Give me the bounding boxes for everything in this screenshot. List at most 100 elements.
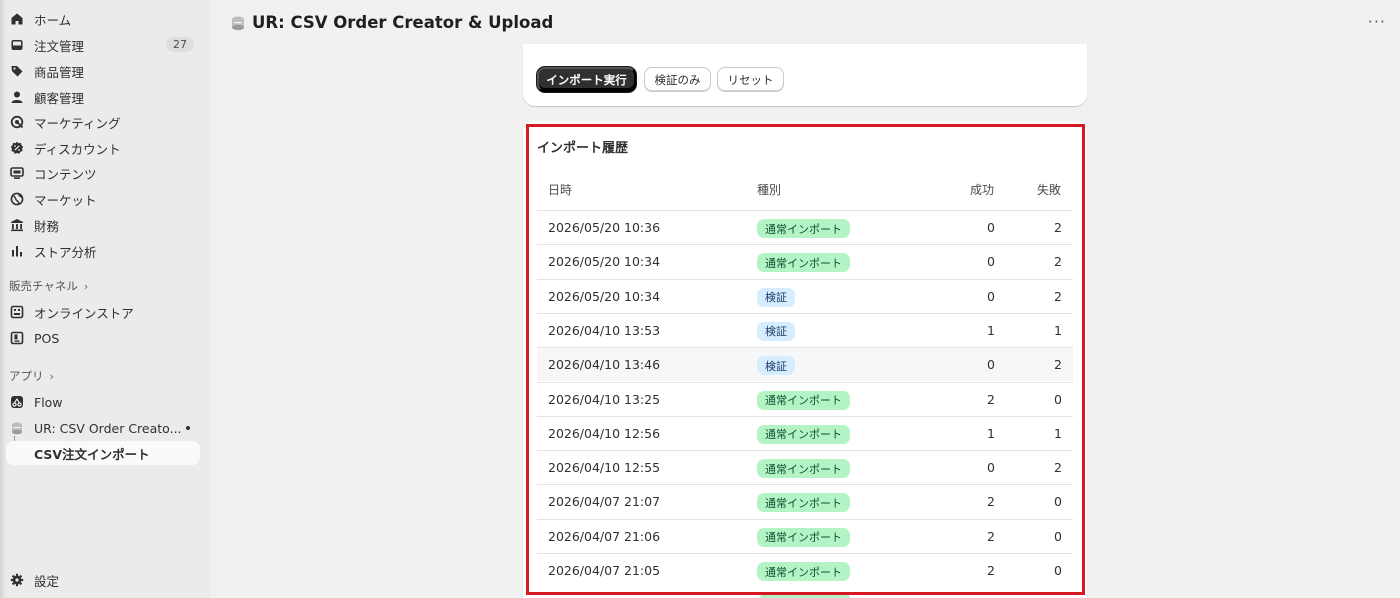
table-row[interactable]: 2026/04/10 13:53 検証 1 1	[537, 312, 1073, 347]
table-row[interactable]: 2026/04/07 21:07 通常インポート 2 0	[537, 484, 1073, 518]
cell-datetime: 2026/04/10 13:46	[548, 357, 661, 373]
sidebar-item-analytics[interactable]: ストア分析	[4, 239, 200, 263]
cell-datetime: 2026/05/20 10:34	[548, 288, 661, 304]
verify-only-button[interactable]: 検証のみ	[644, 67, 711, 92]
sidebar-item-label: 顧客管理	[34, 90, 85, 106]
app-icon	[10, 421, 24, 435]
sidebar-item-label: 商品管理	[34, 64, 85, 80]
type-badge: 検証	[757, 287, 795, 307]
cell-success-count: 1	[987, 425, 995, 441]
page-header: UR: CSV Order Creator & Upload ···	[210, 0, 1400, 48]
sidebar-item-content[interactable]: コンテンツ	[4, 161, 200, 185]
type-badge: 通常インポート	[757, 527, 850, 547]
table-row[interactable]: 2026/05/20 10:34 通常インポート 0 2	[537, 244, 1073, 278]
sidebar-item-orders[interactable]: 注文管理 27	[4, 33, 200, 57]
sidebar-item-settings[interactable]: 設定	[4, 568, 200, 592]
sidebar-item-csv-order-app[interactable]: UR: CSV Order Creato...	[4, 416, 200, 440]
table-row[interactable]: 2026/04/10 13:25 通常インポート 2 0	[537, 381, 1073, 416]
sidebar-item-discounts[interactable]: ディスカウント	[4, 136, 200, 160]
reset-button[interactable]: リセット	[717, 67, 784, 92]
bank-icon	[10, 218, 24, 232]
orders-count-badge: 27	[166, 37, 194, 52]
content-icon	[10, 166, 24, 180]
sidebar-item-label: 注文管理	[34, 38, 85, 54]
bar-chart-icon	[10, 244, 24, 258]
column-header-datetime: 日時	[548, 183, 573, 197]
sidebar-item-pos[interactable]: POS	[4, 326, 200, 350]
cell-fail-count: 1	[1054, 322, 1062, 338]
sidebar-item-label: ホーム	[34, 12, 72, 28]
sidebar-item-label: マーケット	[34, 192, 97, 208]
sidebar-item-csv-import[interactable]: CSV注文インポート	[6, 441, 200, 465]
type-badge: 通常インポート	[757, 424, 850, 444]
pin-dot-icon	[186, 426, 190, 430]
cell-fail-count: 0	[1054, 494, 1062, 510]
cell-success-count: 0	[987, 288, 995, 304]
cell-fail-count: 2	[1054, 460, 1062, 476]
cell-success-count: 2	[987, 391, 995, 407]
cell-datetime: 2026/04/10 12:56	[548, 425, 661, 441]
cell-datetime: 2026/04/10 13:53	[548, 322, 661, 338]
type-badge: 通常インポート	[757, 562, 850, 581]
table-row[interactable]: 2026/04/10 12:56 通常インポート 1 1	[537, 415, 1073, 450]
sidebar-item-label: オンラインストア	[34, 305, 134, 321]
table-row[interactable]: 2026/04/10 13:46 検証 0 2	[537, 347, 1073, 382]
sidebar-item-home[interactable]: ホーム	[4, 7, 200, 31]
discount-icon	[10, 141, 24, 155]
cell-fail-count: 2	[1054, 254, 1062, 270]
type-badge: 通常インポート	[757, 493, 850, 513]
tag-icon	[10, 64, 24, 78]
table-row[interactable]: 2026/04/07 21:06 通常インポート 2 0	[537, 518, 1073, 553]
sidebar-item-products[interactable]: 商品管理	[4, 59, 200, 83]
cell-success-count: 2	[987, 528, 995, 544]
run-import-button[interactable]: インポート実行	[537, 67, 636, 92]
import-history-title: インポート履歴	[537, 141, 629, 156]
sidebar-item-finance[interactable]: 財務	[4, 213, 200, 237]
column-header-success: 成功	[970, 183, 995, 197]
sidebar-item-marketing[interactable]: マーケティング	[4, 110, 200, 134]
globe-icon	[10, 192, 24, 206]
cell-datetime: 2026/04/07 21:05	[548, 563, 661, 578]
cell-fail-count: 0	[1054, 391, 1062, 407]
sidebar-item-label: CSV注文インポート	[34, 446, 150, 462]
person-icon	[10, 90, 24, 104]
cell-fail-count: 2	[1054, 357, 1062, 373]
next-row-badge-peek	[760, 594, 850, 598]
type-badge: 検証	[757, 356, 795, 376]
sidebar-item-customers[interactable]: 顧客管理	[4, 85, 200, 109]
cell-fail-count: 0	[1054, 563, 1062, 578]
sales-channels-section[interactable]: 販売チャネル ›	[9, 278, 88, 294]
sidebar-item-label: UR: CSV Order Creato...	[34, 420, 182, 436]
table-row[interactable]: 2026/04/10 12:55 通常インポート 0 2	[537, 450, 1073, 484]
type-badge: 通常インポート	[757, 390, 850, 410]
cell-success-count: 2	[987, 494, 995, 510]
sidebar-item-label: マーケティング	[34, 115, 121, 131]
gear-icon	[10, 573, 24, 587]
cell-datetime: 2026/05/20 10:36	[548, 220, 661, 235]
table-row[interactable]: 2026/05/20 10:36 通常インポート 0 2	[537, 210, 1073, 244]
apps-section[interactable]: アプリ ›	[9, 368, 54, 384]
table-row[interactable]: 2026/05/20 10:34 検証 0 2	[537, 278, 1073, 313]
app-icon	[230, 15, 246, 31]
type-badge: 通常インポート	[757, 219, 850, 238]
sidebar-item-online-store[interactable]: オンラインストア	[4, 300, 200, 324]
sidebar-item-flow[interactable]: Flow	[4, 390, 200, 414]
flow-icon	[10, 395, 24, 409]
cell-datetime: 2026/05/20 10:34	[548, 254, 661, 270]
table-row[interactable]: 2026/04/07 21:05 通常インポート 2 0	[537, 553, 1073, 587]
sidebar-item-label: ストア分析	[34, 244, 97, 260]
cell-success-count: 0	[987, 357, 995, 373]
type-badge: 通常インポート	[757, 253, 850, 273]
more-actions-icon[interactable]: ···	[1368, 12, 1386, 31]
sidebar: ホーム 注文管理 27 商品管理 顧客管理 マーケティング ディスカウント コン…	[0, 0, 210, 598]
sidebar-item-markets[interactable]: マーケット	[4, 187, 200, 211]
cell-fail-count: 1	[1054, 425, 1062, 441]
column-header-fail: 失敗	[1037, 183, 1062, 197]
target-icon	[10, 115, 24, 129]
sidebar-item-label: 財務	[34, 218, 60, 234]
sidebar-item-label: Flow	[34, 394, 63, 410]
sidebar-item-label: POS	[34, 330, 60, 346]
pos-icon	[10, 331, 24, 345]
cell-success-count: 1	[987, 322, 995, 338]
inbox-icon	[10, 38, 24, 52]
